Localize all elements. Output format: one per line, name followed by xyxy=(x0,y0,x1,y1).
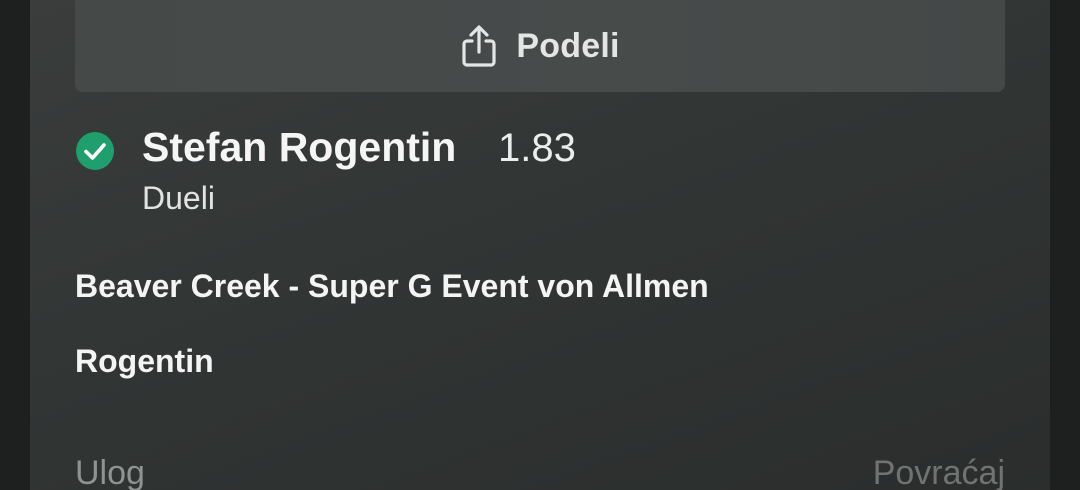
cashout-label[interactable]: Povraćaj xyxy=(873,454,1005,490)
event-detail: Rogentin xyxy=(75,343,214,379)
share-button-label: Podeli xyxy=(516,26,620,65)
selection-odds: 1.83 xyxy=(498,126,576,170)
share-icon xyxy=(460,24,498,68)
market-label: Dueli xyxy=(142,180,215,216)
bet-details-screen: Podeli Stefan Rogentin 1.83 Dueli Beaver… xyxy=(0,0,1080,490)
check-circle-icon xyxy=(75,131,115,171)
share-button[interactable]: Podeli xyxy=(75,0,1005,92)
stake-label: Ulog xyxy=(75,454,145,490)
selection-name: Stefan Rogentin xyxy=(142,124,457,170)
event-title: Beaver Creek - Super G Event von Allmen xyxy=(75,268,709,304)
